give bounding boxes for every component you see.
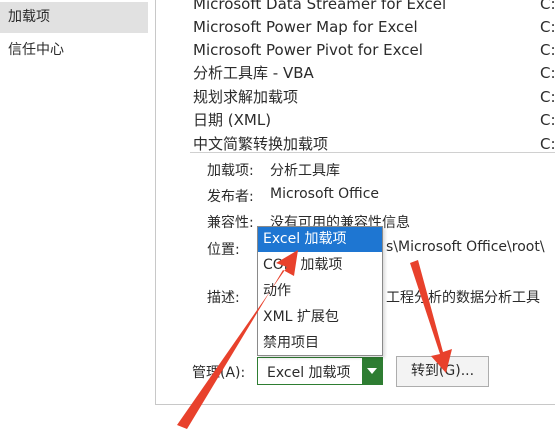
detail-desc-value: 工程分析的数据分析工具 xyxy=(386,290,540,306)
detail-location-value: s\Microsoft Office\root\ xyxy=(386,239,545,255)
nav-item-addins[interactable]: 加载项 xyxy=(0,2,148,33)
list-item[interactable]: 规划求解加载项 C: xyxy=(190,86,555,110)
addin-name: Microsoft Power Pivot for Excel xyxy=(193,41,423,59)
addin-location: C: xyxy=(540,18,555,36)
detail-addin-value: 分析工具库 xyxy=(270,163,340,179)
dropdown-option-xml-expansion[interactable]: XML 扩展包 xyxy=(258,305,382,330)
list-item[interactable]: 日期 (XML) C: xyxy=(190,109,555,133)
detail-desc-label: 描述: xyxy=(207,290,240,306)
list-item[interactable]: 分析工具库 - VBA C: xyxy=(190,62,555,86)
detail-publisher-label: 发布者: xyxy=(207,189,254,205)
list-item[interactable]: Microsoft Data Streamer for Excel C: xyxy=(190,0,555,17)
detail-publisher-value: Microsoft Office xyxy=(270,186,380,202)
addin-name: 日期 (XML) xyxy=(193,111,272,129)
addin-location: C: xyxy=(540,64,555,82)
footer-divider xyxy=(155,404,555,405)
detail-compat-label: 兼容性: xyxy=(207,215,254,231)
addin-name: 中文简繁转换加载项 xyxy=(193,135,329,152)
dropdown-option-com-addins[interactable]: COM 加载项 xyxy=(258,253,382,278)
detail-location-label: 位置: xyxy=(207,242,240,258)
addin-location: C: xyxy=(540,41,555,59)
list-divider xyxy=(190,152,555,153)
addin-location: C: xyxy=(540,88,555,106)
nav-item-trust-center[interactable]: 信任中心 xyxy=(0,35,148,66)
dropdown-option-disabled-items[interactable]: 禁用项目 xyxy=(258,331,382,356)
list-item[interactable]: 中文简繁转换加载项 C: xyxy=(190,133,555,152)
list-item[interactable]: Microsoft Power Map for Excel C: xyxy=(190,16,555,40)
addin-location: C: xyxy=(540,135,555,152)
manage-dropdown-list[interactable]: Excel 加载项 COM 加载项 动作 XML 扩展包 禁用项目 xyxy=(257,226,383,356)
options-nav-pane: 加载项 信任中心 xyxy=(0,0,156,404)
addin-location: C: xyxy=(540,111,555,129)
addin-name: Microsoft Power Map for Excel xyxy=(193,18,418,36)
addin-name: 分析工具库 - VBA xyxy=(193,64,314,82)
addin-name: Microsoft Data Streamer for Excel xyxy=(193,0,447,13)
list-item[interactable]: Microsoft Power Pivot for Excel C: xyxy=(190,39,555,63)
chevron-down-icon[interactable] xyxy=(362,358,382,384)
addin-name: 规划求解加载项 xyxy=(193,88,299,106)
manage-label: 管理(A): xyxy=(192,365,246,381)
manage-select-value: Excel 加载项 xyxy=(267,365,351,381)
detail-addin-label: 加载项: xyxy=(207,163,254,179)
manage-select[interactable]: Excel 加载项 xyxy=(257,357,383,385)
dropdown-option-excel-addins[interactable]: Excel 加载项 xyxy=(258,227,382,252)
dropdown-option-actions[interactable]: 动作 xyxy=(258,279,382,304)
addin-list[interactable]: Microsoft Data Streamer for Excel C: Mic… xyxy=(190,0,555,152)
go-button[interactable]: 转到(G)... xyxy=(396,356,489,387)
addin-location: C: xyxy=(540,0,555,13)
